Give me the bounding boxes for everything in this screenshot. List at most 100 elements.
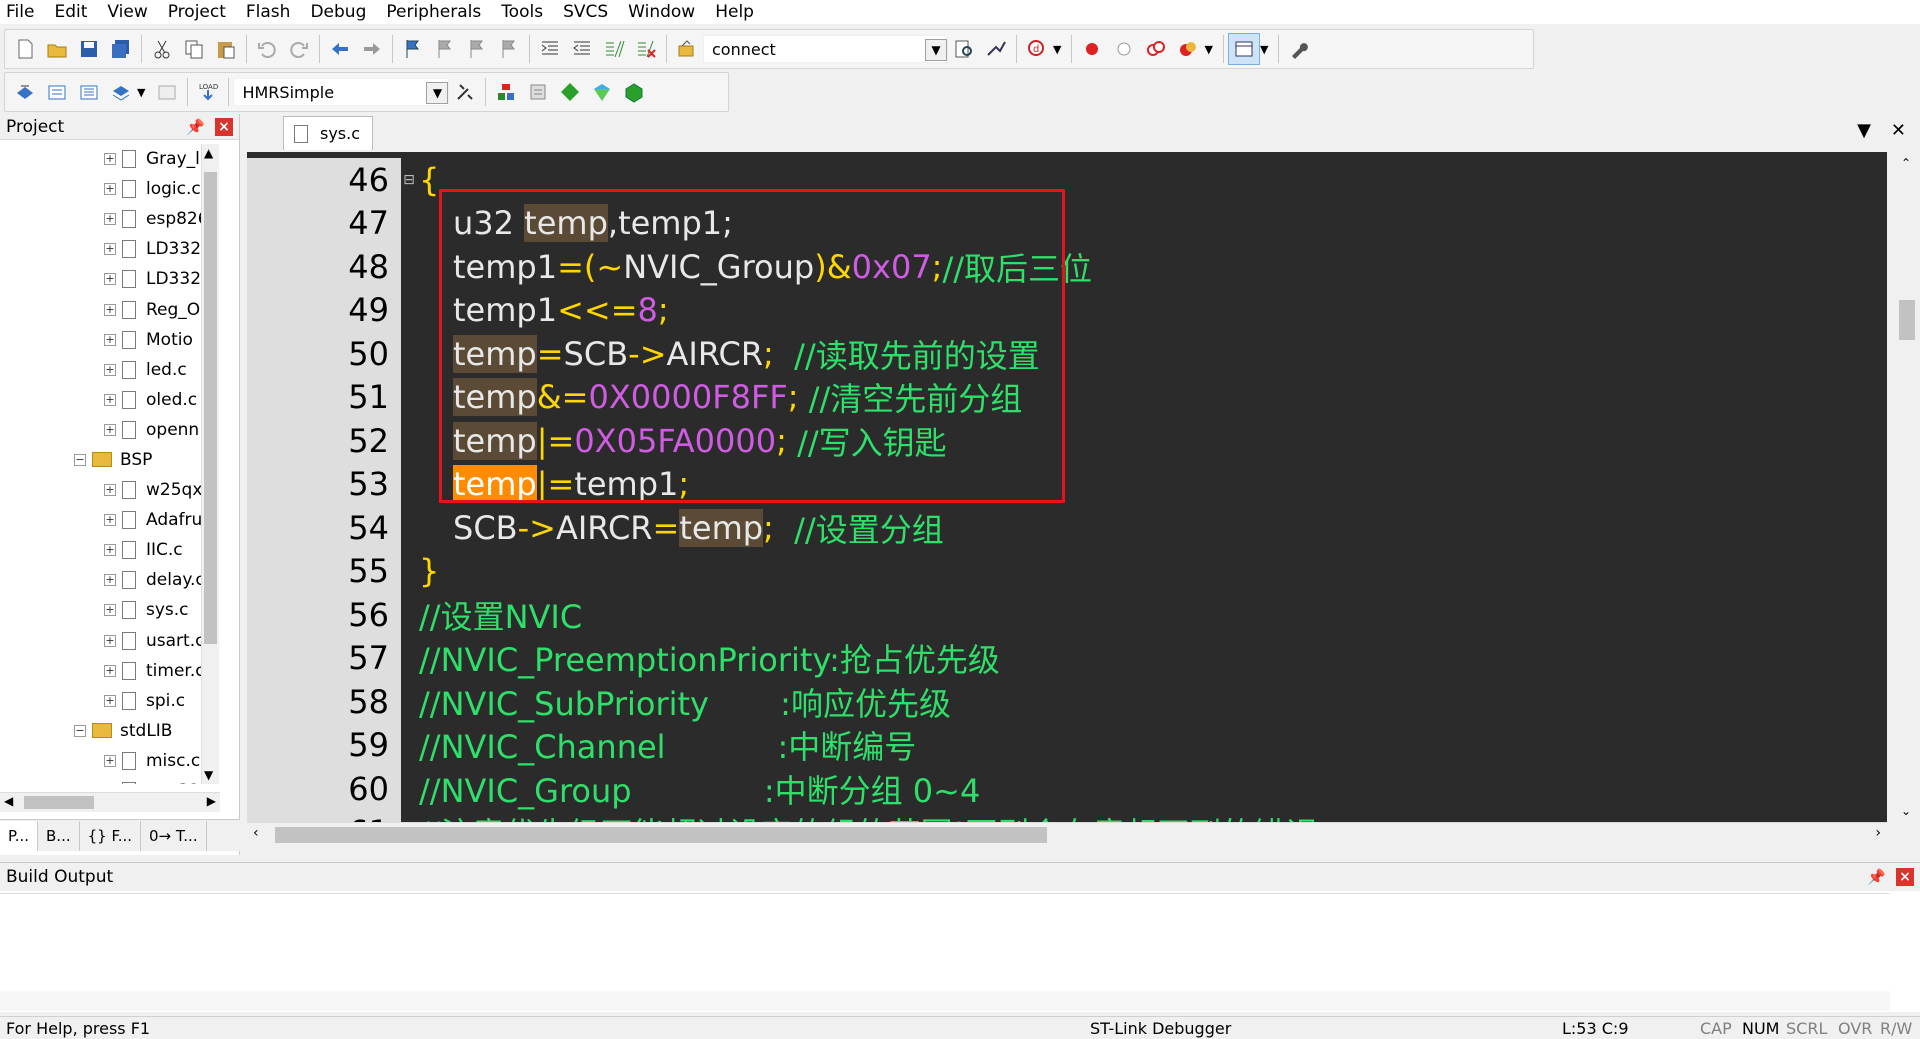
chevron-down-icon[interactable]: ▼ — [925, 39, 947, 61]
breakpoint-icon[interactable] — [1076, 33, 1108, 65]
tree-file[interactable]: + IIC.c — [0, 535, 220, 565]
expand-toggle-icon[interactable]: + — [104, 183, 116, 196]
editor-vscrollbar[interactable]: ⌃ ⌄ — [1894, 152, 1920, 822]
expand-toggle-icon[interactable]: + — [104, 664, 116, 677]
pin-icon[interactable]: 📌 — [1867, 868, 1886, 886]
tree-file[interactable]: + led.c — [0, 355, 220, 385]
expand-toggle-icon[interactable]: + — [104, 544, 116, 557]
scroll-right-icon[interactable]: ▶ — [207, 794, 216, 808]
chevron-down-icon[interactable]: ▼ — [1260, 43, 1268, 56]
expand-toggle-icon[interactable]: + — [104, 393, 116, 406]
translate-icon[interactable] — [9, 76, 41, 108]
scroll-up-icon[interactable]: ▲ — [204, 146, 213, 160]
chevron-down-icon[interactable]: ▼ — [1053, 43, 1061, 56]
tree-file[interactable]: + Gray_l — [0, 144, 220, 174]
target-options-icon[interactable] — [449, 76, 481, 108]
configure-wrench-icon[interactable] — [1283, 33, 1315, 65]
expand-toggle-icon[interactable]: + — [104, 423, 116, 436]
pack-installer-icon[interactable] — [554, 76, 586, 108]
expand-toggle-icon[interactable]: + — [104, 574, 116, 587]
close-icon[interactable]: × — [215, 117, 233, 136]
select-packs-icon[interactable] — [522, 76, 554, 108]
tree-file[interactable]: + Reg_O — [0, 294, 220, 324]
expand-toggle-icon[interactable]: + — [104, 694, 116, 707]
fold-toggle-icon[interactable]: ⊟ — [399, 172, 419, 188]
target-select[interactable]: HMRSimple ▼ — [233, 78, 450, 106]
comment-icon[interactable] — [598, 33, 630, 65]
expand-toggle-icon[interactable]: + — [104, 604, 116, 617]
next-bookmark-icon[interactable] — [461, 33, 493, 65]
batch-build-icon[interactable] — [105, 76, 137, 108]
menu-project[interactable]: Project — [158, 0, 236, 24]
tab-books[interactable]: B... — [38, 820, 80, 851]
expand-toggle-icon[interactable]: + — [104, 153, 116, 166]
software-components-icon[interactable] — [586, 76, 618, 108]
debug-session-icon[interactable] — [980, 33, 1012, 65]
chevron-down-icon[interactable]: ▼ — [1857, 120, 1871, 141]
code-editor[interactable]: 46 ⊟ { 47 u32 temp ,temp1; 48 temp1 =(~ NVI… — [247, 152, 1887, 822]
disable-breakpoint-icon[interactable] — [1108, 33, 1140, 65]
chevron-down-icon[interactable]: ▼ — [137, 86, 145, 99]
build-icon[interactable] — [41, 76, 73, 108]
tree-file[interactable]: + sys.c — [0, 595, 220, 625]
menu-file[interactable]: File — [0, 0, 44, 24]
paste-icon[interactable] — [210, 33, 242, 65]
tab-templates[interactable]: 0→ T... — [141, 820, 207, 851]
open-folder-icon[interactable] — [41, 33, 73, 65]
tree-file[interactable]: + timer.c — [0, 656, 220, 686]
tree-file[interactable]: + LD332( — [0, 264, 220, 294]
manage-project-items-icon[interactable] — [490, 76, 522, 108]
tree-file[interactable]: + delay.c — [0, 565, 220, 595]
expand-toggle-icon[interactable]: + — [104, 514, 116, 527]
scroll-up-icon[interactable]: ⌃ — [1901, 156, 1911, 170]
menu-edit[interactable]: Edit — [44, 0, 97, 24]
close-icon[interactable]: ✕ — [1891, 120, 1906, 141]
tree-folder[interactable]: − stdLIB — [0, 716, 220, 746]
pin-icon[interactable]: 📌 — [186, 118, 205, 136]
menu-debug[interactable]: Debug — [300, 0, 376, 24]
download-load-icon[interactable]: LOAD — [192, 76, 224, 108]
menu-window[interactable]: Window — [618, 0, 705, 24]
cut-icon[interactable] — [146, 33, 178, 65]
menu-view[interactable]: View — [97, 0, 157, 24]
menu-help[interactable]: Help — [705, 0, 764, 24]
clear-bookmarks-icon[interactable] — [493, 33, 525, 65]
tree-file[interactable]: + spi.c — [0, 686, 220, 716]
scrollbar-thumb[interactable] — [24, 796, 94, 809]
tree-file[interactable]: + Adafru — [0, 505, 220, 535]
expand-toggle-icon[interactable]: + — [104, 754, 116, 767]
project-tree-hscrollbar[interactable]: ◀ ▶ — [0, 792, 220, 812]
bookmark-icon[interactable] — [397, 33, 429, 65]
run-time-environment-icon[interactable] — [618, 76, 650, 108]
start-debug-icon[interactable]: d — [1021, 33, 1053, 65]
scrollbar-thumb[interactable] — [1899, 300, 1915, 340]
navigate-forward-icon[interactable] — [356, 33, 388, 65]
tree-file[interactable]: + usart.c — [0, 626, 220, 656]
tree-file[interactable]: + LD332( — [0, 234, 220, 264]
expand-toggle-icon[interactable]: + — [104, 243, 116, 256]
disable-all-breakpoints-icon[interactable] — [1140, 33, 1172, 65]
collapse-toggle-icon[interactable]: − — [74, 453, 86, 466]
tree-file[interactable]: + esp826 — [0, 204, 220, 234]
menu-flash[interactable]: Flash — [236, 0, 301, 24]
tab-project[interactable]: P... — [0, 820, 39, 851]
expand-toggle-icon[interactable]: + — [104, 333, 116, 346]
expand-toggle-icon[interactable]: + — [104, 634, 116, 647]
tree-file[interactable]: + Motio — [0, 325, 220, 355]
save-icon[interactable] — [73, 33, 105, 65]
tree-file[interactable]: + oled.c — [0, 385, 220, 415]
editor-hscrollbar[interactable]: ‹ › — [247, 822, 1887, 846]
close-icon[interactable]: × — [1896, 868, 1914, 886]
stop-build-icon[interactable] — [151, 76, 183, 108]
scroll-right-icon[interactable]: › — [1875, 825, 1881, 841]
menu-peripherals[interactable]: Peripherals — [376, 0, 491, 24]
tree-file[interactable]: +stm32f — [0, 776, 220, 784]
incremental-find-icon[interactable] — [948, 33, 980, 65]
undo-icon[interactable] — [251, 33, 283, 65]
redo-icon[interactable] — [283, 33, 315, 65]
tree-file[interactable]: + openn — [0, 415, 220, 445]
expand-toggle-icon[interactable]: + — [104, 363, 116, 376]
find-in-files-icon[interactable] — [671, 33, 703, 65]
scrollbar-thumb[interactable] — [275, 827, 1047, 843]
unindent-icon[interactable] — [566, 33, 598, 65]
